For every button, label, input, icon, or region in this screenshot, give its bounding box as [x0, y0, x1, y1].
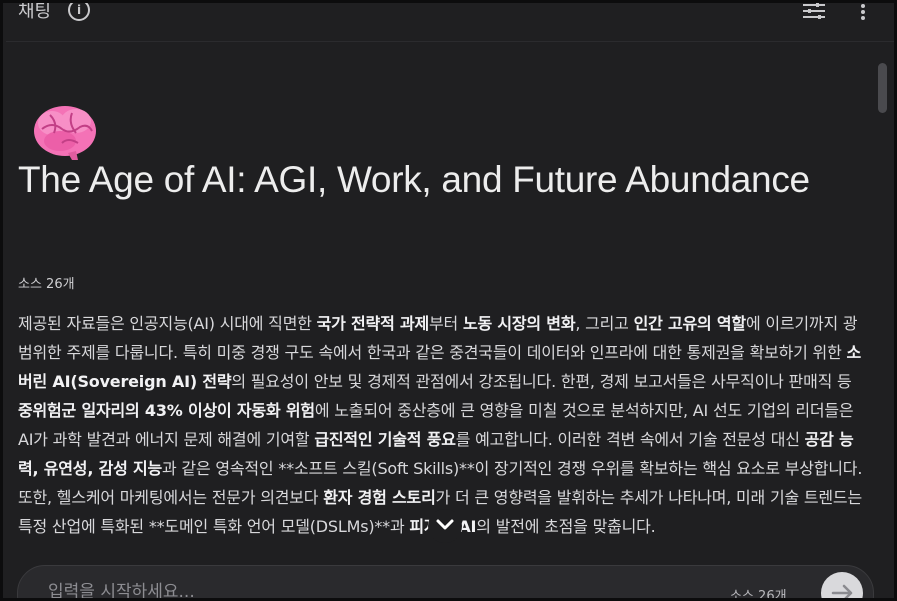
- summary-bold-phrase: 노동 시장의 변화: [462, 314, 576, 333]
- chevron-down-icon: [436, 519, 454, 530]
- notebook-summary: 제공된 자료들은 인공지능(AI) 시대에 직면한 국가 전략적 과제부터 노동…: [18, 309, 864, 541]
- arrow-right-icon: [831, 584, 853, 598]
- more-vert-icon[interactable]: [856, 3, 870, 21]
- source-count-label: 소스 26개: [18, 277, 75, 292]
- summary-bold-phrase: 급진적인 기술적 풍요: [314, 430, 456, 449]
- chat-input[interactable]: [46, 578, 610, 598]
- summary-text: 의 발전에 초점을 맞춥니다.: [476, 517, 656, 536]
- summary-text: 부터: [429, 314, 463, 333]
- summary-text: 제공된 자료들은 인공지능(AI) 시대에 직면한: [18, 314, 317, 333]
- chat-header: 채팅 i: [6, 3, 894, 42]
- summary-text: 의 필요성이 안보 및 경제적 관점에서 강조됩니다. 한편, 경제 보고서들은…: [231, 372, 852, 391]
- chat-composer: 소스 26개: [17, 565, 874, 601]
- summary-bold-phrase: 국가 전략적 과제: [316, 314, 430, 333]
- chat-title: 채팅: [18, 1, 52, 22]
- app-window: 채팅 i The Age of AI: AGI, Work, and Futur…: [0, 0, 897, 601]
- summary-text: 를 예고합니다. 이러한 격변 속에서 기술 전문성 대신: [455, 430, 805, 449]
- summary-bold-phrase: 환자 경험 스토리: [323, 488, 436, 507]
- summary-text: , 그리고: [575, 314, 634, 333]
- summary-bold-phrase: 중위험군 일자리의 43% 이상이 자동화 위험: [18, 401, 315, 420]
- scroll-down-button[interactable]: [428, 509, 462, 543]
- info-icon[interactable]: i: [68, 3, 90, 21]
- composer-source-count: 소스 26개: [730, 589, 787, 601]
- summary-bold-phrase: 인간 고유의 역할: [633, 314, 747, 333]
- scrollbar-thumb[interactable]: [878, 63, 887, 113]
- send-button[interactable]: [821, 572, 863, 598]
- tune-icon[interactable]: [803, 3, 825, 19]
- brain-emoji-icon: [34, 106, 96, 160]
- chat-content[interactable]: The Age of AI: AGI, Work, and Future Abu…: [6, 41, 876, 561]
- notebook-title: The Age of AI: AGI, Work, and Future Abu…: [18, 159, 810, 200]
